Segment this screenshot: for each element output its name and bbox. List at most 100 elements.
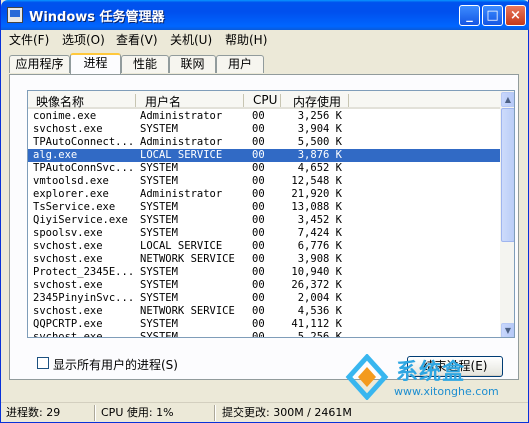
process-image-name: alg.exe [33,149,78,161]
process-mem-usage: 3,904 K [297,123,342,135]
process-row[interactable]: svchost.exe LOCAL SERVICE 00 6,776 K [28,240,500,253]
process-user-name: SYSTEM [140,201,178,213]
process-mem-usage: 41,112 K [291,318,342,330]
process-mem-usage: 4,536 K [297,305,342,317]
show-all-users-checkbox[interactable] [37,357,49,369]
tab-users[interactable]: 用户 [216,55,264,73]
process-row[interactable]: alg.exe LOCAL SERVICE 00 3,876 K [28,149,500,162]
process-image-name: svchost.exe [33,123,103,135]
process-image-name: QiyiService.exe [33,214,128,226]
process-mem-usage: 21,920 K [291,188,342,200]
watermark-url: www.xitonghe.com [394,385,499,398]
tab-applications[interactable]: 应用程序 [9,55,70,73]
status-commit-charge: 提交更改: 300M / 2461M [222,406,352,419]
status-process-count: 进程数: 29 [6,406,61,419]
status-divider [214,405,216,421]
process-mem-usage: 3,256 K [297,110,342,122]
process-image-name: svchost.exe [33,279,103,291]
column-header-cpu[interactable]: CPU [253,93,277,107]
process-image-name: TPAutoConnSvc... [33,162,135,174]
process-row[interactable]: TPAutoConnect... Administrator 00 5,500 K [28,136,500,149]
menu-view[interactable]: 查看(V) [116,31,158,48]
list-header: 映像名称 用户名 CPU 内存使用 [28,91,500,109]
process-mem-usage: 5,500 K [297,136,342,148]
process-mem-usage: 10,940 K [291,266,342,278]
process-user-name: SYSTEM [140,292,178,304]
process-image-name: 2345PinyinSvc... [33,292,135,304]
process-user-name: SYSTEM [140,318,178,330]
process-image-name: svchost.exe [33,331,103,338]
process-row[interactable]: explorer.exe Administrator 00 21,920 K [28,188,500,201]
show-all-users-label[interactable]: 显示所有用户的进程(S) [53,356,178,373]
menu-shutdown[interactable]: 关机(U) [170,31,212,48]
process-list-body: conime.exe Administrator 00 3,256 Ksvchost.… [28,110,500,338]
scroll-down-icon[interactable]: ▼ [501,323,514,337]
process-image-name: TsService.exe [33,201,116,213]
process-mem-usage: 3,908 K [297,253,342,265]
process-user-name: LOCAL SERVICE [140,240,223,252]
process-row[interactable]: svchost.exe SYSTEM 00 3,904 K [28,123,500,136]
process-row[interactable]: Protect_2345E... SYSTEM 00 10,940 K [28,266,500,279]
process-user-name: SYSTEM [140,214,178,226]
tab-performance[interactable]: 性能 [121,55,169,73]
process-list[interactable]: 映像名称 用户名 CPU 内存使用 conime.exe Administrato… [27,90,515,338]
process-user-name: SYSTEM [140,266,178,278]
process-user-name: SYSTEM [140,227,178,239]
process-mem-usage: 3,452 K [297,214,342,226]
column-header-image-name[interactable]: 映像名称 [36,93,84,110]
watermark: 系统盒 www.xitonghe.com [344,352,529,404]
process-row[interactable]: conime.exe Administrator 00 3,256 K [28,110,500,123]
process-row[interactable]: QiyiService.exe SYSTEM 00 3,452 K [28,214,500,227]
process-user-name: LOCAL SERVICE [140,149,223,161]
process-row[interactable]: 2345PinyinSvc... SYSTEM 00 2,004 K [28,292,500,305]
process-mem-usage: 5,256 K [297,331,342,338]
watermark-brand: 系统盒 [396,360,466,385]
process-row[interactable]: spoolsv.exe SYSTEM 00 7,424 K [28,227,500,240]
scroll-thumb[interactable] [501,108,514,242]
process-image-name: vmtoolsd.exe [33,175,109,187]
process-row[interactable]: svchost.exe NETWORK SERVICE 00 3,908 K [28,253,500,266]
column-header-user-name[interactable]: 用户名 [145,93,181,110]
process-image-name: svchost.exe [33,253,103,265]
column-divider[interactable] [280,94,281,107]
process-row[interactable]: vmtoolsd.exe SYSTEM 00 12,548 K [28,175,500,188]
process-user-name: SYSTEM [140,279,178,291]
process-image-name: svchost.exe [33,305,103,317]
process-user-name: SYSTEM [140,123,178,135]
process-row[interactable]: TsService.exe SYSTEM 00 13,088 K [28,201,500,214]
process-row[interactable]: QQPCRTP.exe SYSTEM 00 41,112 K [28,318,500,331]
menu-help[interactable]: 帮助(H) [225,31,267,48]
column-divider[interactable] [348,94,349,107]
process-row[interactable]: svchost.exe NETWORK SERVICE 00 4,536 K [28,305,500,318]
process-user-name: NETWORK SERVICE [140,253,235,265]
process-mem-usage: 12,548 K [291,175,342,187]
status-cpu-usage: CPU 使用: 1% [101,406,174,419]
process-user-name: NETWORK SERVICE [140,305,235,317]
process-user-name: Administrator [140,110,223,122]
menu-options[interactable]: 选项(O) [62,31,105,48]
process-mem-usage: 26,372 K [291,279,342,291]
tab-networking[interactable]: 联网 [169,55,216,73]
task-manager-window: Windows 任务管理器 _ □ × 文件(F) 选项(O) 查看(V) 关机… [0,0,529,423]
process-user-name: SYSTEM [140,331,178,338]
process-image-name: TPAutoConnect... [33,136,135,148]
close-button[interactable]: × [505,5,526,26]
minimize-button[interactable]: _ [459,5,480,26]
column-divider[interactable] [243,94,244,107]
process-row[interactable]: svchost.exe SYSTEM 00 5,256 K [28,331,500,338]
process-row[interactable]: TPAutoConnSvc... SYSTEM 00 4,652 K [28,162,500,175]
tab-processes[interactable]: 进程 [70,53,121,74]
process-row[interactable]: svchost.exe SYSTEM 00 26,372 K [28,279,500,292]
menu-file[interactable]: 文件(F) [9,31,49,48]
process-mem-usage: 4,652 K [297,162,342,174]
column-header-mem-usage[interactable]: 内存使用 [293,93,341,110]
processes-panel: 映像名称 用户名 CPU 内存使用 conime.exe Administrato… [9,74,519,380]
process-user-name: SYSTEM [140,175,178,187]
maximize-button[interactable]: □ [482,5,503,26]
task-manager-icon [7,7,23,23]
window-title: Windows 任务管理器 [29,10,165,25]
scroll-up-icon[interactable]: ▲ [501,92,514,107]
title-bar[interactable]: Windows 任务管理器 _ □ × [1,0,529,30]
column-divider[interactable] [135,94,136,107]
vertical-scrollbar[interactable]: ▲ ▼ [500,91,514,337]
